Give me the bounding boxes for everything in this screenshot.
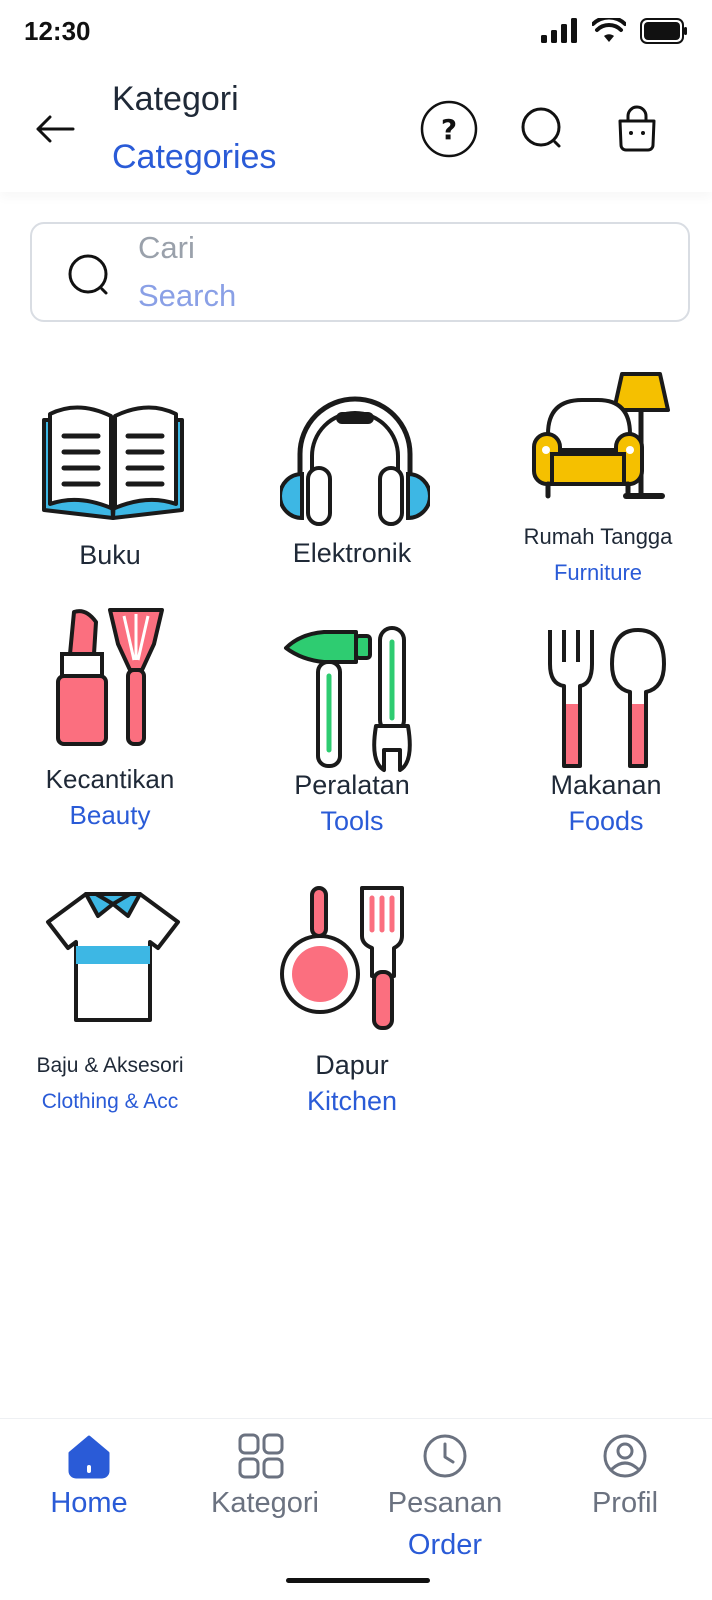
category-label: Peralatan	[294, 770, 410, 800]
search-placeholder-translation: Search	[138, 278, 237, 313]
category-books[interactable]: Buku	[0, 370, 220, 590]
nav-item-home[interactable]: Home	[0, 1419, 178, 1589]
headphones-icon	[278, 384, 432, 534]
search-icon	[521, 107, 561, 148]
grid-icon	[236, 1431, 286, 1481]
category-sublabel: Foods	[568, 806, 644, 836]
status-bar: 12:30	[0, 0, 712, 64]
status-time: 12:30	[24, 16, 91, 46]
category-sublabel: Kitchen	[306, 1086, 398, 1116]
pan-spatula-icon	[280, 886, 430, 1036]
category-label: Makanan	[550, 770, 662, 800]
category-label: Dapur	[315, 1050, 389, 1080]
lipstick-brush-icon	[38, 604, 188, 754]
category-sublabel: Tools	[320, 806, 384, 836]
help-button[interactable]: ?	[418, 98, 480, 160]
header-search-button[interactable]	[512, 98, 574, 160]
category-electronics[interactable]: Elektronik	[242, 370, 462, 590]
nav-item-categories[interactable]: Kategori	[176, 1419, 354, 1589]
category-label: Kecantikan	[45, 764, 175, 794]
app-header: Kategori Categories ?	[0, 64, 712, 192]
sofa-lamp-icon	[526, 370, 676, 520]
nav-sublabel: Order	[407, 1529, 483, 1561]
cart-button[interactable]	[606, 98, 668, 160]
category-tools[interactable]: Peralatan Tools	[242, 626, 462, 866]
nav-label: Kategori	[210, 1487, 319, 1519]
search-placeholder: Cari	[138, 230, 195, 265]
category-sublabel: Furniture	[553, 560, 643, 585]
home-indicator[interactable]	[286, 1578, 430, 1583]
bottom-navigation: Home Kategori Pesanan Order Profil	[0, 1418, 712, 1600]
category-clothing[interactable]: Baju & Aksesori Clothing & Acc	[0, 886, 220, 1126]
svg-text:?: ?	[441, 113, 457, 146]
page-title: Kategori	[112, 80, 239, 118]
category-foods[interactable]: Makanan Foods	[496, 626, 712, 866]
header-actions: ?	[418, 98, 668, 160]
category-label: Elektronik	[292, 538, 412, 568]
wifi-icon	[591, 15, 627, 49]
category-label: Rumah Tangga	[523, 524, 673, 549]
category-furniture[interactable]: Rumah Tangga Furniture	[488, 370, 708, 590]
nav-label: Profil	[591, 1487, 659, 1519]
fork-spoon-icon	[534, 626, 684, 776]
hammer-wrench-icon	[280, 626, 430, 776]
book-icon	[38, 390, 188, 540]
page-subtitle: Categories	[112, 138, 277, 176]
category-beauty[interactable]: Kecantikan Beauty	[0, 604, 220, 844]
back-button[interactable]	[30, 104, 80, 154]
nav-item-profile[interactable]: Profil	[536, 1419, 712, 1589]
question-icon: ?	[420, 100, 478, 158]
category-sublabel: Beauty	[69, 800, 151, 830]
search-icon	[66, 252, 114, 300]
battery-icon	[640, 18, 688, 49]
status-icons	[540, 15, 688, 49]
category-label: Baju & Aksesori	[36, 1054, 184, 1077]
signal-icon	[540, 18, 578, 49]
nav-label: Pesanan	[387, 1487, 503, 1519]
category-sublabel: Clothing & Acc	[41, 1090, 179, 1113]
search-input[interactable]: Cari Search	[30, 222, 690, 322]
home-icon	[64, 1431, 114, 1481]
arrow-left-icon	[36, 115, 75, 143]
shopping-bag-icon	[618, 105, 656, 152]
nav-label: Home	[50, 1487, 128, 1519]
shirt-icon	[38, 886, 188, 1036]
category-label: Buku	[79, 540, 141, 570]
nav-item-orders[interactable]: Pesanan Order	[356, 1419, 534, 1589]
user-circle-icon	[600, 1431, 650, 1481]
category-kitchen[interactable]: Dapur Kitchen	[242, 886, 462, 1126]
clock-icon	[420, 1431, 470, 1481]
